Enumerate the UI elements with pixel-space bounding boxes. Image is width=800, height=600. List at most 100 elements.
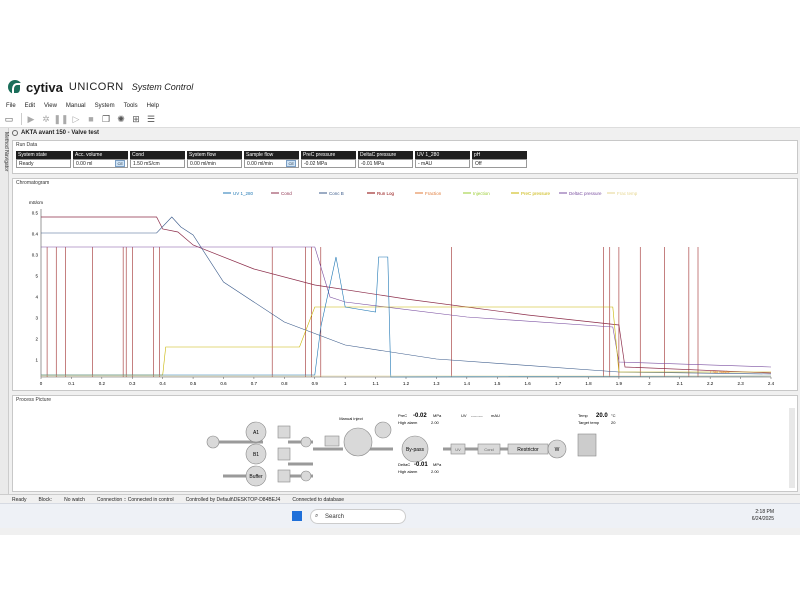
- x-tick-label: 0.3: [129, 381, 136, 386]
- menu-help[interactable]: Help: [147, 103, 159, 109]
- x-tick-label: 2.2: [707, 381, 714, 386]
- run-data-cell: PreC pressure -0.02 MPa: [301, 151, 356, 168]
- run-data-label: Acc. volume: [73, 151, 128, 159]
- x-tick-label: 1.6: [525, 381, 532, 386]
- series-cond-line: [41, 216, 772, 374]
- title-bar: cytiva UNICORN System Control: [0, 74, 800, 100]
- deltac-label: DeltaC: [398, 462, 410, 467]
- process-scrollbar[interactable]: [789, 408, 795, 488]
- x-tick-label: 1.5: [494, 381, 501, 386]
- run-data-title: Run Data: [16, 142, 38, 148]
- prec-label: PreC: [398, 413, 407, 418]
- y-tick-label: 2: [35, 337, 38, 342]
- x-tick-label: 0.4: [160, 381, 167, 386]
- run-data-cell: System flow 0.00 ml/min: [187, 151, 242, 168]
- menu-file[interactable]: File: [6, 103, 16, 109]
- legend-label: Frac temp: [617, 191, 638, 196]
- toolbar: ▭ ▶ ✲ ❚❚ ▷ ■ ❐ ✺ ⊞ ☰: [0, 111, 800, 128]
- chromatogram-plot[interactable]: UV 1_280 Cond Conc B Run Log Fraction Injecti…: [13, 187, 797, 390]
- flow-icon[interactable]: ☰: [145, 113, 157, 125]
- run-data-label: pH: [472, 151, 527, 159]
- deltac-unit: MPa: [433, 462, 442, 467]
- system-radio-icon[interactable]: [12, 130, 18, 136]
- menu-tools[interactable]: Tools: [124, 103, 138, 109]
- fraction-label: Frac waste: [710, 369, 730, 374]
- windows-start-icon[interactable]: [292, 511, 302, 521]
- series-conc-b-line: [41, 216, 772, 375]
- menu-view[interactable]: View: [44, 103, 57, 109]
- run-data-value: Ready: [16, 159, 71, 168]
- x-tick-label: 1.8: [585, 381, 592, 386]
- x-tick-label: 1.2: [403, 381, 410, 386]
- chromatogram-title: Chromatogram: [16, 180, 50, 186]
- y-tick-label: 0.5: [32, 211, 39, 216]
- menu-system[interactable]: System: [95, 103, 115, 109]
- status-watch: No watch: [64, 496, 85, 503]
- run-data-cell: DeltaC pressure -0.01 MPa: [358, 151, 413, 168]
- prec-value: -0.02: [413, 413, 427, 419]
- run-data-cells: System state Ready Acc. volume 0.00 ml CE Con…: [13, 151, 797, 168]
- node-a1: A1: [253, 430, 259, 436]
- method-navigator-tab[interactable]: Method Navigator: [0, 128, 9, 498]
- run-data-value: Off: [472, 159, 527, 168]
- legend-label: Cond: [281, 191, 292, 196]
- ce-button[interactable]: CE: [115, 160, 125, 167]
- temp-label: Temp: [578, 413, 589, 418]
- node-restrictor: Restrictor: [517, 447, 539, 453]
- hold-icon[interactable]: ✲: [40, 113, 52, 125]
- node-buffer: Buffer: [249, 474, 263, 480]
- target-temp-value: 20: [611, 420, 616, 425]
- module-name: System Control: [131, 82, 194, 92]
- run-icon[interactable]: ▶: [25, 113, 37, 125]
- temp-unit: °C: [611, 413, 616, 418]
- y-tick-label: 0.4: [32, 232, 39, 237]
- uv-unit: mAU: [491, 413, 500, 418]
- x-tick-label: 0.7: [251, 381, 258, 386]
- x-tick-label: 1.9: [616, 381, 623, 386]
- run-data-cell: Sample flow 0.00 ml/min CE: [244, 151, 299, 168]
- y-axis-label: mS/cm: [29, 200, 43, 205]
- run-data-label: DeltaC pressure: [358, 151, 413, 159]
- folder-open-icon[interactable]: ▭: [3, 113, 15, 125]
- taskbar-clock[interactable]: 2:18 PM 6/24/2025: [752, 509, 774, 523]
- x-tick-label: 2.3: [737, 381, 744, 386]
- pause-icon[interactable]: ❚❚: [53, 113, 68, 125]
- continue-icon[interactable]: ▷: [70, 113, 82, 125]
- menu-edit[interactable]: Edit: [25, 103, 35, 109]
- settings-icon[interactable]: ✺: [115, 113, 127, 125]
- process-diagram: A1 B1 Buffer Manual inject By-pass Restr…: [206, 408, 795, 488]
- y-tick-label: 0.3: [32, 253, 39, 258]
- run-data-value: -0.01 MPa: [358, 159, 413, 168]
- run-data-label: System flow: [187, 151, 242, 159]
- menu-manual[interactable]: Manual: [66, 103, 86, 109]
- deltac-alarm-label: High alarm: [398, 469, 418, 474]
- node-waste: W: [555, 447, 560, 453]
- deltac-alarm-value: 2.00: [431, 469, 440, 474]
- copy-icon[interactable]: ❐: [100, 113, 112, 125]
- series-prec-line: [41, 306, 771, 376]
- node-manual-inject: Manual inject: [339, 416, 363, 421]
- x-tick-label: 1: [344, 381, 347, 386]
- ce-button[interactable]: CE: [286, 160, 296, 167]
- uv-label: UV: [461, 413, 467, 418]
- toolbar-separator: [21, 113, 22, 125]
- x-tick-label: 2.1: [677, 381, 684, 386]
- x-tick-label: 0.9: [312, 381, 319, 386]
- x-tick-label: 0.1: [68, 381, 75, 386]
- search-icon: ⌕: [315, 513, 319, 519]
- run-data-value: -0.02 MPa: [301, 159, 356, 168]
- node-bypass: By-pass: [406, 447, 425, 453]
- stop-icon[interactable]: ■: [85, 113, 97, 125]
- taskbar-search[interactable]: ⌕ Search: [310, 509, 406, 524]
- status-controlled: Controlled by Default\DESKTOP-D84BEJ4: [185, 496, 281, 503]
- run-data-label: System state: [16, 151, 71, 159]
- uv-value: -----.---: [471, 413, 483, 418]
- layout-icon[interactable]: ⊞: [130, 113, 142, 125]
- x-tick-label: 2.4: [768, 381, 775, 386]
- run-data-value: 0.00 ml/min: [187, 159, 242, 168]
- x-tick-label: 1.1: [372, 381, 379, 386]
- x-tick-label: 1.4: [464, 381, 471, 386]
- run-data-cell: System state Ready: [16, 151, 71, 168]
- run-data-panel: Run Data System state Ready Acc. volume 0.0…: [12, 140, 798, 174]
- x-tick-label: 1.7: [555, 381, 562, 386]
